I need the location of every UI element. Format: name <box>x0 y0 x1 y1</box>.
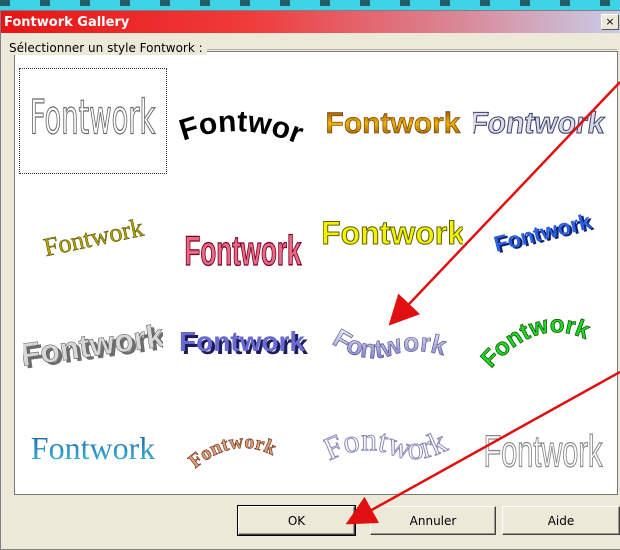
gallery-item-navy-3d[interactable]: Fontwork Fontwork <box>169 286 317 392</box>
gallery-item-text: Fontwork <box>41 213 146 262</box>
gallery-item-gold-gradient[interactable]: Fontwork <box>319 68 467 174</box>
gallery-item-text: Fontwork <box>31 430 155 466</box>
help-button[interactable]: Aide <box>502 506 620 535</box>
gallery-item-teal-serif[interactable]: Fontwork <box>19 390 167 496</box>
svg-text:Fontwork: Fontwork <box>328 323 450 365</box>
gallery-item-text: Fontwork <box>326 107 461 140</box>
svg-text:Fontwork: Fontwork <box>323 421 452 467</box>
gallery-item-green-arch[interactable]: Fontwork <box>469 286 617 392</box>
svg-text:Fontwork: Fontwork <box>185 431 281 473</box>
gallery-item-blue-3d-slant[interactable]: Fontwork Fontwork <box>469 177 617 283</box>
gallery-item-lavender-wave[interactable]: Fontwork <box>319 286 467 392</box>
gallery-item-text: Fontwork <box>323 215 463 251</box>
gallery-item-text: Fontwork <box>328 322 451 365</box>
gallery-item-text: Fontwork <box>173 81 308 151</box>
ok-button[interactable]: OK <box>237 505 356 536</box>
gallery-item-silver-slant[interactable]: Fontwork <box>469 68 617 174</box>
gallery-item-text: Fontwork <box>30 91 156 146</box>
gallery-item-black-arc[interactable]: Fontwork <box>169 68 317 174</box>
gallery-item-text: Fontwork <box>184 430 280 473</box>
gallery-item-grey-3d-curve[interactable]: Fontwork Fontwork <box>19 286 167 392</box>
gallery-item-outline-plain[interactable]: Fontwork <box>19 68 167 174</box>
gallery-item-text: Fontwork <box>491 208 594 256</box>
backdrop-dashes <box>0 0 620 6</box>
gallery-item-outline-condensed[interactable]: Fontwork <box>469 390 617 496</box>
gallery-item-olive-slanted-serif[interactable]: Fontwork <box>19 177 167 283</box>
group-label: Sélectionner un style Fontwork : <box>9 41 207 55</box>
gallery-item-text: Fontwork <box>473 107 607 140</box>
gallery-item-brown-arch[interactable]: Fontwork <box>169 390 317 496</box>
fontwork-gallery-grid: Fontwork Fontwork Fontwork Fontwork Font… <box>14 51 618 495</box>
gallery-item-text: Fontwork <box>323 421 452 468</box>
dialog-title: Fontwork Gallery <box>4 14 130 30</box>
title-bar[interactable]: Fontwork Gallery × <box>1 11 620 33</box>
cancel-button[interactable]: Annuler <box>370 506 496 535</box>
gallery-item-pink-perspective[interactable]: Fontwork <box>169 177 317 283</box>
gallery-item-outline-wave[interactable]: Fontwork <box>319 390 467 496</box>
gallery-item-text: Fontwork <box>179 326 305 357</box>
gallery-item-text: Fontwork <box>484 426 603 476</box>
gallery-item-text: Fontwork <box>185 229 302 270</box>
gallery-item-text: Fontwork <box>475 311 594 373</box>
close-button[interactable]: × <box>601 14 619 30</box>
svg-text:Fontwork: Fontwork <box>173 81 308 151</box>
svg-text:Fontwork: Fontwork <box>476 311 594 373</box>
gallery-item-yellow-bold[interactable]: Fontwork <box>319 177 467 283</box>
